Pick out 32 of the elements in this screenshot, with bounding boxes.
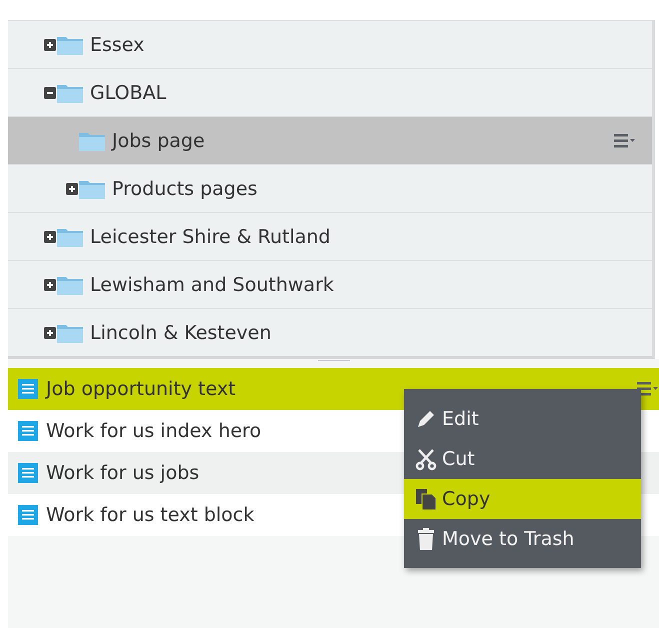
item-label: Work for us text block xyxy=(46,504,256,526)
tree-label: GLOBAL xyxy=(90,82,168,104)
tree-item[interactable]: Lincoln & Kesteven xyxy=(8,308,652,356)
collapse-icon[interactable] xyxy=(44,86,56,98)
document-icon xyxy=(18,505,38,525)
tree-item[interactable]: Essex xyxy=(8,20,652,68)
scissors-icon xyxy=(414,447,438,471)
tree-label: Jobs page xyxy=(112,130,206,152)
tree-item[interactable]: Products pages xyxy=(8,164,652,212)
tree-label: Lewisham and Southwark xyxy=(90,274,335,296)
splitter-handle[interactable] xyxy=(8,359,659,368)
tree-item[interactable]: Lewisham and Southwark xyxy=(8,260,652,308)
document-icon xyxy=(18,421,38,441)
expand-icon[interactable] xyxy=(66,182,78,194)
tree-label: Essex xyxy=(90,34,146,56)
expand-icon[interactable] xyxy=(44,38,56,50)
menu-icon[interactable] xyxy=(614,134,636,148)
expand-icon[interactable] xyxy=(44,278,56,290)
menu-item[interactable]: Copy xyxy=(404,479,641,519)
copy-icon xyxy=(414,487,438,511)
document-icon xyxy=(18,463,38,483)
expand-icon[interactable] xyxy=(44,326,56,338)
tree-label: Lincoln & Kesteven xyxy=(90,322,272,344)
item-label: Work for us jobs xyxy=(46,462,200,484)
tree-label: Leicester Shire & Rutland xyxy=(90,226,332,248)
tree-label: Products pages xyxy=(112,178,258,200)
document-icon xyxy=(18,379,38,399)
item-label: Work for us index hero xyxy=(46,420,262,442)
tree-item[interactable]: Leicester Shire & Rutland xyxy=(8,212,652,260)
tree-item[interactable]: Jobs page xyxy=(8,116,652,164)
item-label: Job opportunity text xyxy=(46,378,237,400)
expand-icon[interactable] xyxy=(44,230,56,242)
